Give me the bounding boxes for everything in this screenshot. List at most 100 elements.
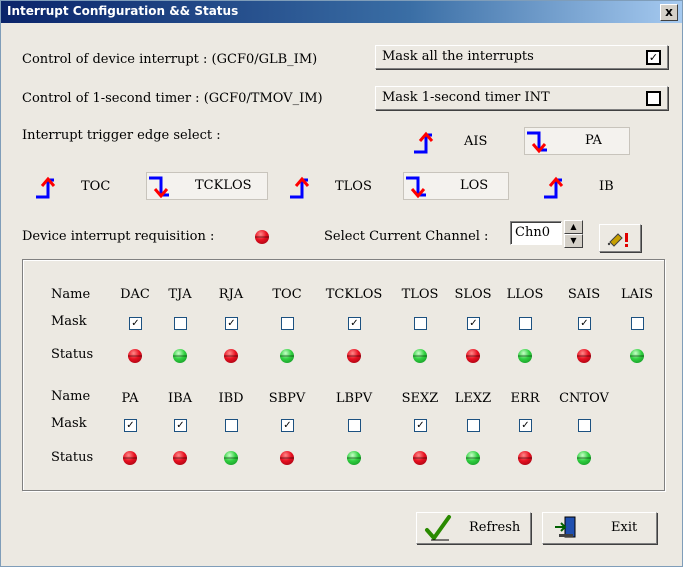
mask-checkbox-lexz[interactable] — [467, 419, 480, 432]
status-led-rja — [224, 349, 238, 363]
exit-label: Exit — [611, 520, 638, 535]
edge-select-toc[interactable]: TOC — [34, 174, 124, 200]
close-button[interactable]: x — [660, 4, 678, 21]
exit-door-icon — [555, 516, 576, 538]
status-led-ibd — [224, 451, 238, 465]
mask-timer-label: Mask 1-second timer INT — [382, 90, 550, 105]
dialog-window: Interrupt Configuration && Status x Cont… — [0, 0, 683, 567]
row-label-mask: Mask — [51, 314, 87, 329]
mask-checkbox-sexz[interactable]: ✓ — [414, 419, 427, 432]
edge-select-ais[interactable]: AIS — [412, 129, 502, 155]
mask-timer-checkbox[interactable]: Mask 1-second timer INT — [375, 86, 668, 110]
row-label-name: Name — [51, 287, 91, 302]
mask-checkbox-llos[interactable] — [519, 317, 532, 330]
edge-label-pa: PA — [585, 133, 602, 148]
mask-checkbox-cntov[interactable] — [578, 419, 591, 432]
device-interrupt-label: Control of device interrupt : (GCF0/GLB_… — [22, 52, 318, 67]
status-led-sais — [577, 349, 591, 363]
signal-name-lexz: LEXZ — [454, 391, 492, 406]
status-led-sexz — [413, 451, 427, 465]
mask-checkbox-iba[interactable]: ✓ — [174, 419, 187, 432]
exit-button[interactable]: Exit — [542, 512, 657, 544]
edge-select-los[interactable]: LOS — [403, 172, 509, 200]
edge-select-tcklos[interactable]: TCKLOS — [146, 172, 268, 200]
signal-name-sexz: SEXZ — [401, 391, 439, 406]
status-led-lexz — [466, 451, 480, 465]
signal-name-lbpv: LBPV — [335, 391, 373, 406]
refresh-button[interactable]: Refresh — [416, 512, 531, 544]
mask-checkbox-rja[interactable]: ✓ — [225, 317, 238, 330]
status-led-dac — [128, 349, 142, 363]
mask-checkbox-tlos[interactable] — [414, 317, 427, 330]
signal-name-lais: LAIS — [620, 287, 654, 302]
status-led-lais — [630, 349, 644, 363]
timer-control-label: Control of 1-second timer : (GCF0/TMOV_I… — [22, 91, 323, 106]
signal-name-iba: IBA — [167, 391, 193, 406]
mask-all-check-icon[interactable]: ✓ — [646, 50, 661, 65]
mask-checkbox-slos[interactable]: ✓ — [467, 317, 480, 330]
row-label-mask-2: Mask — [51, 416, 87, 431]
signal-name-ibd: IBD — [218, 391, 244, 406]
mask-checkbox-lais[interactable] — [631, 317, 644, 330]
refresh-label: Refresh — [469, 520, 521, 535]
mask-checkbox-tcklos[interactable]: ✓ — [348, 317, 361, 330]
signal-name-toc: TOC — [272, 287, 302, 302]
pencil-alert-icon — [607, 233, 628, 247]
mask-all-interrupts-checkbox[interactable]: Mask all the interrupts ✓ — [375, 45, 668, 69]
row-label-status-2: Status — [51, 450, 94, 465]
requisition-label: Device interrupt requisition : — [22, 229, 215, 244]
window-title: Interrupt Configuration && Status — [7, 4, 239, 18]
row-label-name-2: Name — [51, 389, 91, 404]
edge-label-ais: AIS — [464, 134, 488, 149]
status-led-llos — [518, 349, 532, 363]
channel-input[interactable]: Chn0 — [510, 221, 562, 245]
signal-name-cntov: CNTOV — [559, 391, 609, 406]
edge-label-toc: TOC — [81, 179, 111, 194]
status-led-cntov — [577, 451, 591, 465]
signal-name-dac: DAC — [120, 287, 150, 302]
mask-checkbox-sais[interactable]: ✓ — [578, 317, 591, 330]
edge-select-tlos[interactable]: TLOS — [288, 174, 378, 200]
mask-all-label: Mask all the interrupts — [382, 49, 534, 64]
title-bar[interactable]: Interrupt Configuration && Status x — [1, 1, 682, 23]
requisition-status-led — [255, 230, 269, 244]
mask-timer-check-icon[interactable] — [646, 91, 661, 106]
edge-label-tcklos: TCKLOS — [195, 178, 252, 193]
edge-select-label: Interrupt trigger edge select : — [22, 128, 221, 143]
status-led-tlos — [413, 349, 427, 363]
status-led-sbpv — [280, 451, 294, 465]
signal-name-tcklos: TCKLOS — [325, 287, 383, 302]
signal-name-tlos: TLOS — [401, 287, 439, 302]
checkmark-icon — [425, 515, 451, 541]
mask-checkbox-pa[interactable]: ✓ — [124, 419, 137, 432]
channel-value: Chn0 — [515, 225, 550, 240]
mask-checkbox-toc[interactable] — [281, 317, 294, 330]
mask-checkbox-tja[interactable] — [174, 317, 187, 330]
status-led-iba — [173, 451, 187, 465]
status-panel: Name Mask Status Name Mask Status DAC ✓ TJ… — [22, 259, 665, 491]
channel-label: Select Current Channel : — [324, 229, 489, 244]
row-label-status: Status — [51, 347, 94, 362]
edge-select-ib[interactable]: IB — [542, 174, 632, 200]
mask-checkbox-lbpv[interactable] — [348, 419, 361, 432]
signal-name-sais: SAIS — [567, 287, 601, 302]
signal-name-pa: PA — [121, 391, 139, 406]
status-led-tcklos — [347, 349, 361, 363]
apply-channel-button[interactable] — [599, 224, 641, 252]
status-led-err — [518, 451, 532, 465]
mask-checkbox-dac[interactable]: ✓ — [129, 317, 142, 330]
mask-checkbox-err[interactable]: ✓ — [519, 419, 532, 432]
spin-down-button[interactable]: ▼ — [564, 234, 583, 248]
signal-name-rja: RJA — [218, 287, 244, 302]
mask-checkbox-ibd[interactable] — [225, 419, 238, 432]
edge-select-pa[interactable]: PA — [524, 127, 630, 155]
signal-name-sbpv: SBPV — [268, 391, 306, 406]
signal-name-llos: LLOS — [506, 287, 544, 302]
edge-label-ib: IB — [599, 179, 614, 194]
status-led-toc — [280, 349, 294, 363]
edge-label-tlos: TLOS — [335, 179, 372, 194]
status-led-pa — [123, 451, 137, 465]
signal-name-err: ERR — [510, 391, 540, 406]
mask-checkbox-sbpv[interactable]: ✓ — [281, 419, 294, 432]
spin-up-button[interactable]: ▲ — [564, 220, 583, 234]
